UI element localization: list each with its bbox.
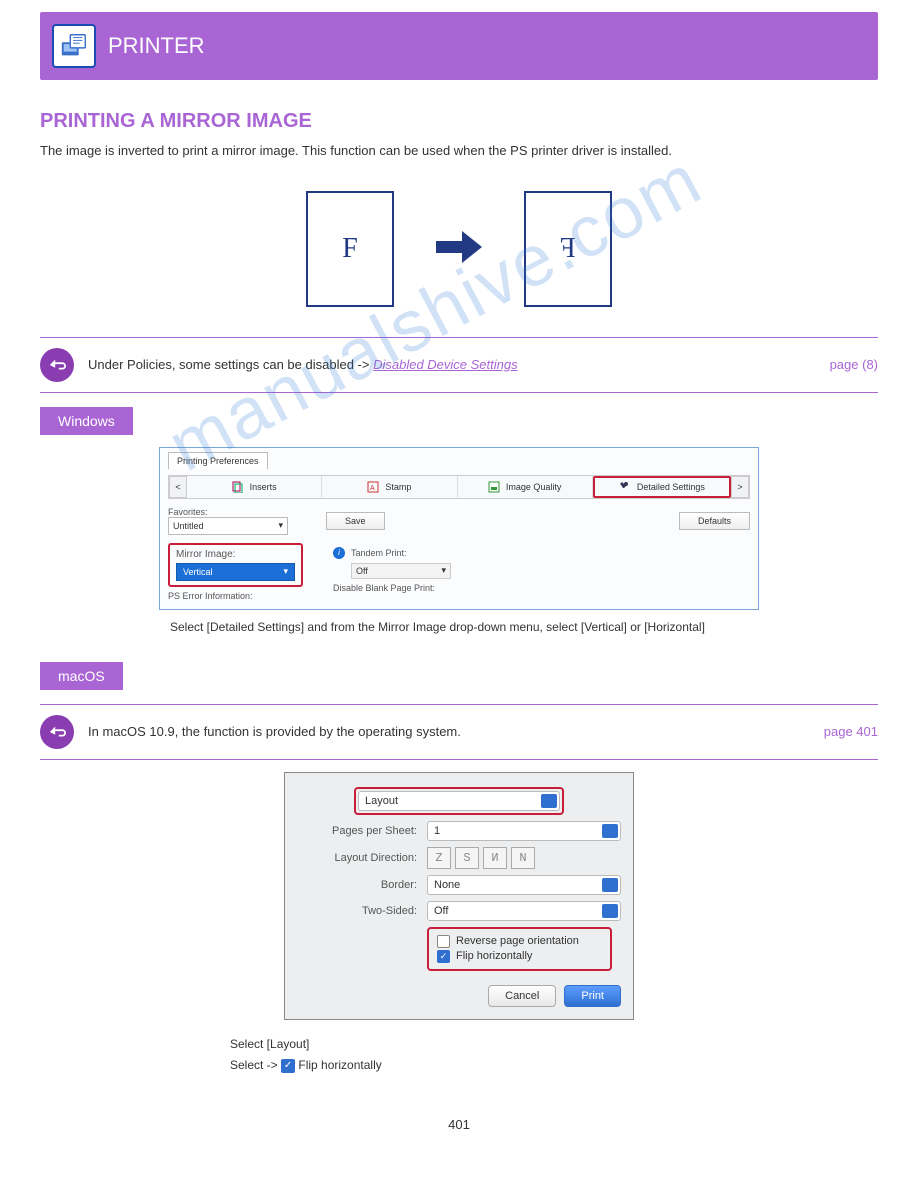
- page-original-char: F: [342, 233, 358, 265]
- chevron-down-icon: ▾: [278, 520, 283, 531]
- win-save-button[interactable]: Save: [326, 512, 385, 530]
- info-icon: i: [333, 547, 345, 559]
- win-pserror-label: PS Error Information:: [168, 591, 303, 601]
- header-bar: PRINTER: [40, 12, 878, 80]
- section-body: The image is inverted to print a mirror …: [40, 141, 878, 161]
- svg-text:A: A: [370, 485, 375, 492]
- mac-twosided-label: Two-Sided:: [297, 905, 417, 917]
- mac-pps-label: Pages per Sheet:: [297, 825, 417, 837]
- mac-border-select[interactable]: None: [427, 875, 621, 895]
- win-tab-detailed-settings[interactable]: Detailed Settings: [593, 476, 731, 498]
- checkbox-checked-icon: ✓: [437, 950, 450, 963]
- page-mirrored: F: [524, 191, 612, 307]
- callout-mac-page: page 401: [824, 724, 878, 739]
- mac-cancel-button[interactable]: Cancel: [488, 985, 556, 1007]
- win-tab-imagequality[interactable]: Image Quality: [458, 476, 593, 498]
- section-title: PRINTING A MIRROR IMAGE: [40, 110, 878, 133]
- win-favorites-label: Favorites:: [168, 507, 288, 517]
- page-number: 401: [40, 1117, 878, 1132]
- win-tab-printingprefs[interactable]: Printing Preferences: [168, 452, 268, 469]
- divider: [40, 759, 878, 760]
- win-nav-next[interactable]: >: [731, 476, 749, 498]
- mac-pps-select[interactable]: 1: [427, 821, 621, 841]
- chevron-down-icon: ▾: [441, 565, 446, 576]
- os-windows-badge: Windows: [40, 407, 133, 435]
- printer-driver-icon: [52, 24, 96, 68]
- mac-section-select[interactable]: Layout: [358, 791, 560, 811]
- chevron-down-icon: ▾: [283, 566, 288, 577]
- inserts-icon: [232, 481, 244, 493]
- header-label: PRINTER: [108, 33, 205, 59]
- mac-flip-group: Reverse page orientation ✓Flip horizonta…: [427, 927, 612, 971]
- mac-ldir-label: Layout Direction:: [297, 852, 417, 864]
- win-mirror-select[interactable]: Vertical▾: [176, 563, 295, 581]
- mac-instruction: Select [Layout] Select -> ✓ Flip horizon…: [40, 1034, 878, 1077]
- win-favorites-select[interactable]: Untitled▾: [168, 517, 288, 535]
- win-defaults-button[interactable]: Defaults: [679, 512, 750, 530]
- callout-mac-text: In macOS 10.9, the function is provided …: [88, 724, 461, 739]
- win-mirror-label: Mirror Image:: [176, 549, 295, 560]
- callout-policies: Under Policies, some settings can be dis…: [40, 338, 878, 392]
- windows-preferences-dialog: Printing Preferences < Inserts AStamp Im…: [159, 447, 759, 610]
- stamp-icon: A: [367, 481, 379, 493]
- win-tab-stamp[interactable]: AStamp: [322, 476, 457, 498]
- os-mac-badge: macOS: [40, 662, 123, 690]
- return-icon[interactable]: [40, 348, 74, 382]
- callout-policies-prefix: Under Policies, some settings can be dis…: [88, 357, 369, 372]
- win-nav-prev[interactable]: <: [169, 476, 187, 498]
- mac-flip-checkbox[interactable]: ✓Flip horizontally: [437, 950, 602, 963]
- callout-policies-text: Under Policies, some settings can be dis…: [88, 357, 518, 372]
- mac-twosided-select[interactable]: Off: [427, 901, 621, 921]
- win-tandem-select[interactable]: Off▾: [351, 563, 451, 579]
- arrow-right-icon: [434, 227, 484, 270]
- win-tandem-label: Tandem Print:: [351, 548, 407, 558]
- page-original: F: [306, 191, 394, 307]
- checkbox-unchecked-icon: [437, 935, 450, 948]
- disabled-settings-link[interactable]: Disabled Device Settings: [373, 357, 518, 372]
- win-mirror-group: Mirror Image: Vertical▾: [168, 543, 303, 587]
- mac-instruction-line2: Select -> ✓ Flip horizontally: [230, 1055, 878, 1077]
- callout-policies-page: page (8): [830, 357, 878, 372]
- callout-mac: In macOS 10.9, the function is provided …: [40, 705, 878, 759]
- mirror-diagram: F F: [40, 191, 878, 307]
- page-mirrored-char: F: [560, 233, 576, 265]
- mac-print-button[interactable]: Print: [564, 985, 621, 1007]
- mac-ldir-opt-3[interactable]: N: [511, 847, 535, 869]
- win-disable-blank-label: Disable Blank Page Print:: [333, 583, 750, 593]
- mac-ldir-opt-0[interactable]: Z: [427, 847, 451, 869]
- mac-reverse-checkbox[interactable]: Reverse page orientation: [437, 935, 602, 948]
- mac-instruction-line1: Select [Layout]: [230, 1034, 878, 1056]
- mac-ldir-opt-2[interactable]: И: [483, 847, 507, 869]
- mac-print-dialog: Layout Pages per Sheet: 1 Layout Directi…: [284, 772, 634, 1020]
- wrench-icon: [619, 481, 631, 493]
- return-icon[interactable]: [40, 715, 74, 749]
- mac-ldir-opt-1[interactable]: S: [455, 847, 479, 869]
- win-tab-inserts[interactable]: Inserts: [187, 476, 322, 498]
- windows-instruction: Select [Detailed Settings] and from the …: [40, 620, 878, 634]
- win-toolbar: < Inserts AStamp Image Quality Detailed …: [168, 475, 750, 499]
- checkbox-checked-icon: ✓: [281, 1059, 295, 1073]
- divider: [40, 392, 878, 393]
- image-quality-icon: [488, 481, 500, 493]
- mac-border-label: Border:: [297, 879, 417, 891]
